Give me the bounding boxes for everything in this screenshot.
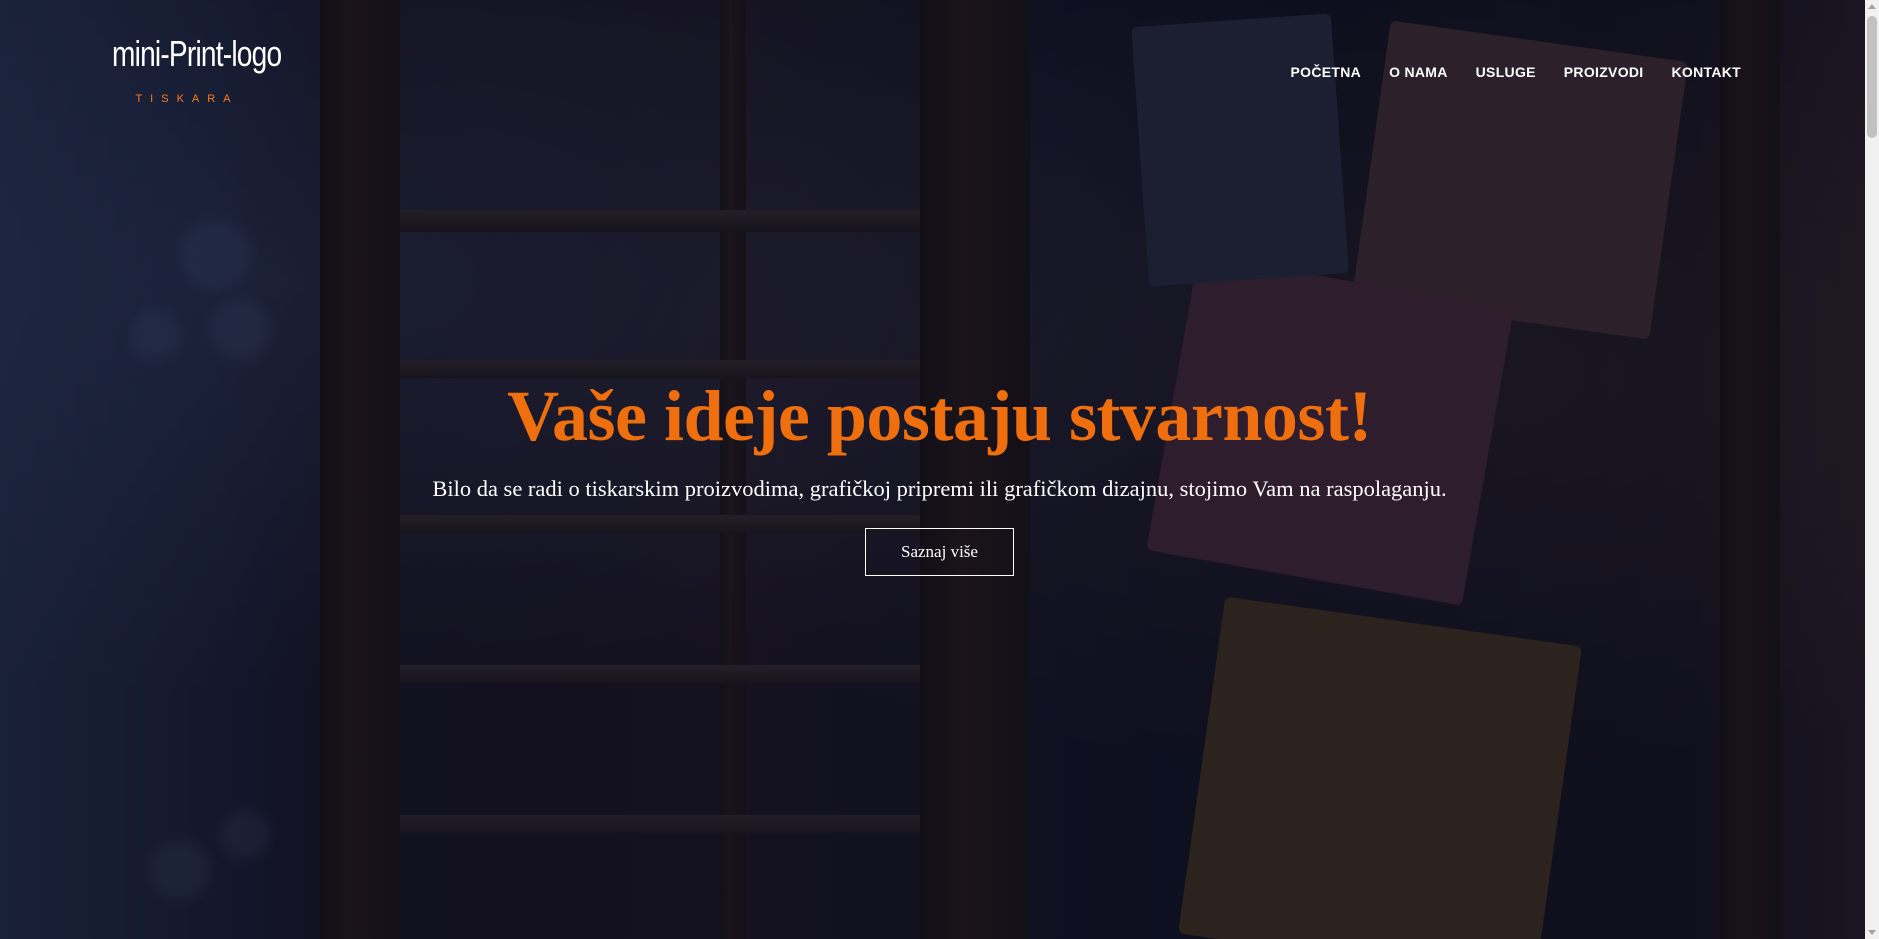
main-nav: POČETNA O NAMA USLUGE PROIZVODI KONTAKT	[1291, 64, 1742, 80]
learn-more-button[interactable]: Saznaj više	[865, 528, 1014, 576]
site-logo[interactable]: mini-Print-logo TISKARA	[112, 36, 282, 108]
hero-headline: Vaše ideje postaju stvarnost!	[507, 376, 1372, 456]
hero-section: mini-Print-logo TISKARA POČETNA O NAMA U…	[0, 0, 1879, 939]
nav-item-pocetna[interactable]: POČETNA	[1291, 64, 1362, 80]
hero-subtitle: Bilo da se radi o tiskarskim proizvodima…	[432, 476, 1447, 501]
scrollbar-thumb[interactable]	[1867, 16, 1877, 138]
scroll-up-icon[interactable]	[1868, 4, 1876, 9]
nav-item-kontakt[interactable]: KONTAKT	[1672, 64, 1742, 80]
site-header: mini-Print-logo TISKARA POČETNA O NAMA U…	[0, 0, 1879, 150]
page-scrollbar[interactable]	[1865, 0, 1879, 939]
nav-item-proizvodi[interactable]: PROIZVODI	[1564, 64, 1644, 80]
logo-wordmark: mini-Print-logo	[112, 33, 282, 74]
hero-content: Vaše ideje postaju stvarnost! Bilo da se…	[0, 380, 1879, 576]
nav-item-usluge[interactable]: USLUGE	[1476, 64, 1536, 80]
nav-item-o-nama[interactable]: O NAMA	[1389, 64, 1448, 80]
logo-tagline: TISKARA	[135, 93, 239, 105]
scroll-down-icon[interactable]	[1868, 930, 1876, 935]
